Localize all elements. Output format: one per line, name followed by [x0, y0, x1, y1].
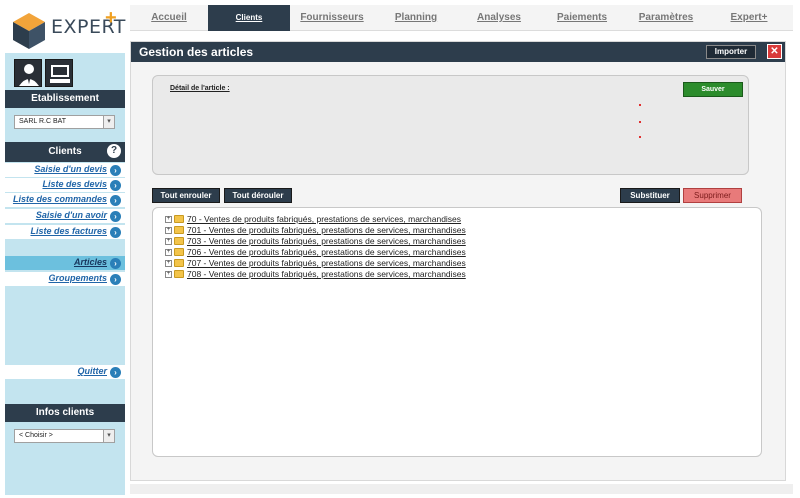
sidebar-item-label: Saisie d'un devis	[34, 164, 107, 174]
required-marker	[639, 121, 641, 123]
tree-item-label[interactable]: 706 - Ventes de produits fabriqués, pres…	[187, 247, 466, 258]
user-profile-icon[interactable]	[14, 59, 42, 87]
sidebar-item-label: Liste des commandes	[12, 194, 107, 204]
tab-parametres[interactable]: Paramètres	[624, 5, 708, 31]
folder-icon	[174, 237, 184, 245]
infos-clients-header: Infos clients	[5, 404, 125, 422]
tab-fournisseurs[interactable]: Fournisseurs	[290, 5, 374, 31]
tab-clients[interactable]: Clients	[208, 5, 290, 31]
tree-item-label[interactable]: 701 - Ventes de produits fabriqués, pres…	[187, 225, 466, 236]
sidebar-item-saisie-devis[interactable]: Saisie d'un devis ›	[5, 163, 125, 178]
sidebar-item-articles[interactable]: Articles ›	[5, 256, 125, 271]
expand-all-button[interactable]: Tout dérouler	[224, 188, 292, 203]
chevron-right-icon: ›	[110, 274, 121, 285]
folder-icon	[174, 259, 184, 267]
expand-icon[interactable]: +	[165, 271, 172, 278]
delete-button[interactable]: Supprimer	[683, 188, 742, 203]
clients-header-label: Clients	[48, 146, 82, 157]
dropdown-arrow-icon[interactable]: ▾	[103, 116, 114, 128]
infos-clients-select[interactable]: < Choisir > ▾	[14, 429, 115, 443]
tree-item-label[interactable]: 703 - Ventes de produits fabriqués, pres…	[187, 236, 466, 247]
tree-item-label[interactable]: 708 - Ventes de produits fabriqués, pres…	[187, 269, 466, 280]
chevron-right-icon: ›	[110, 367, 121, 378]
required-marker	[639, 136, 641, 138]
chevron-right-icon: ›	[110, 258, 121, 269]
substitute-button[interactable]: Substituer	[620, 188, 680, 203]
sidebar-item-liste-factures[interactable]: Liste des factures ›	[5, 225, 125, 240]
sidebar-item-label: Liste des factures	[30, 226, 107, 236]
clients-header: Clients ?	[5, 142, 125, 162]
logo-plus: +	[105, 7, 117, 29]
tab-expert-plus[interactable]: Expert+	[708, 5, 790, 31]
page-title-text: Gestion des articles	[139, 45, 254, 59]
tree-item-label[interactable]: 70 - Ventes de produits fabriqués, prest…	[187, 214, 461, 225]
help-icon[interactable]: ?	[107, 144, 121, 158]
sidebar-item-saisie-avoir[interactable]: Saisie d'un avoir ›	[5, 209, 125, 224]
tab-accueil[interactable]: Accueil	[130, 5, 208, 31]
tab-analyses[interactable]: Analyses	[458, 5, 540, 31]
sidebar: EXPERT + Etablissement SARL R.C BAT ▾ Cl…	[5, 5, 125, 495]
chevron-right-icon: ›	[110, 227, 121, 238]
article-tree: + 70 - Ventes de produits fabriqués, pre…	[152, 207, 762, 457]
expand-icon[interactable]: +	[165, 249, 172, 256]
tab-paiements[interactable]: Paiements	[540, 5, 624, 31]
expand-icon[interactable]: +	[165, 260, 172, 267]
sidebar-item-label: Liste des devis	[42, 179, 107, 189]
folder-icon	[174, 248, 184, 256]
page-title: Gestion des articles Importer ✕	[131, 42, 785, 62]
bottom-strip	[130, 484, 793, 494]
dropdown-arrow-icon[interactable]: ▾	[103, 430, 114, 442]
folder-icon	[174, 215, 184, 223]
save-button[interactable]: Sauver	[683, 82, 743, 97]
top-navigation: Accueil Clients Fournisseurs Planning An…	[130, 5, 793, 31]
article-detail-label: Détail de l'article :	[170, 85, 230, 92]
tab-planning[interactable]: Planning	[374, 5, 458, 31]
expand-icon[interactable]: +	[165, 216, 172, 223]
sidebar-item-label: Groupements	[48, 273, 107, 283]
sidebar-item-label: Articles	[73, 257, 107, 267]
sidebar-item-label: Quitter	[77, 366, 107, 376]
establishment-select-value: SARL R.C BAT	[19, 118, 67, 125]
import-button[interactable]: Importer	[706, 45, 756, 59]
chevron-right-icon: ›	[110, 195, 121, 206]
folder-icon	[174, 226, 184, 234]
logo[interactable]: EXPERT +	[5, 5, 125, 53]
articles-panel: Gestion des articles Importer ✕ Détail d…	[130, 41, 786, 481]
article-detail-box: Détail de l'article : Sauver	[152, 75, 749, 175]
expand-icon[interactable]: +	[165, 238, 172, 245]
establishment-header: Etablissement	[5, 90, 125, 108]
sidebar-item-quitter[interactable]: Quitter ›	[5, 365, 125, 380]
chevron-right-icon: ›	[110, 211, 121, 222]
chevron-right-icon: ›	[110, 165, 121, 176]
folder-icon	[174, 270, 184, 278]
computer-icon[interactable]	[45, 59, 73, 87]
sidebar-item-label: Saisie d'un avoir	[35, 210, 107, 220]
required-marker	[639, 104, 641, 106]
sidebar-item-liste-commandes[interactable]: Liste des commandes ›	[5, 193, 125, 208]
sidebar-item-groupements[interactable]: Groupements ›	[5, 272, 125, 287]
expert-cube-logo-icon	[13, 13, 45, 49]
collapse-all-button[interactable]: Tout enrouler	[152, 188, 220, 203]
close-icon[interactable]: ✕	[767, 44, 782, 59]
expand-icon[interactable]: +	[165, 227, 172, 234]
chevron-right-icon: ›	[110, 180, 121, 191]
sidebar-item-liste-devis[interactable]: Liste des devis ›	[5, 178, 125, 193]
tree-item-label[interactable]: 707 - Ventes de produits fabriqués, pres…	[187, 258, 466, 269]
infos-clients-select-value: < Choisir >	[19, 432, 53, 439]
establishment-select[interactable]: SARL R.C BAT ▾	[14, 115, 115, 129]
